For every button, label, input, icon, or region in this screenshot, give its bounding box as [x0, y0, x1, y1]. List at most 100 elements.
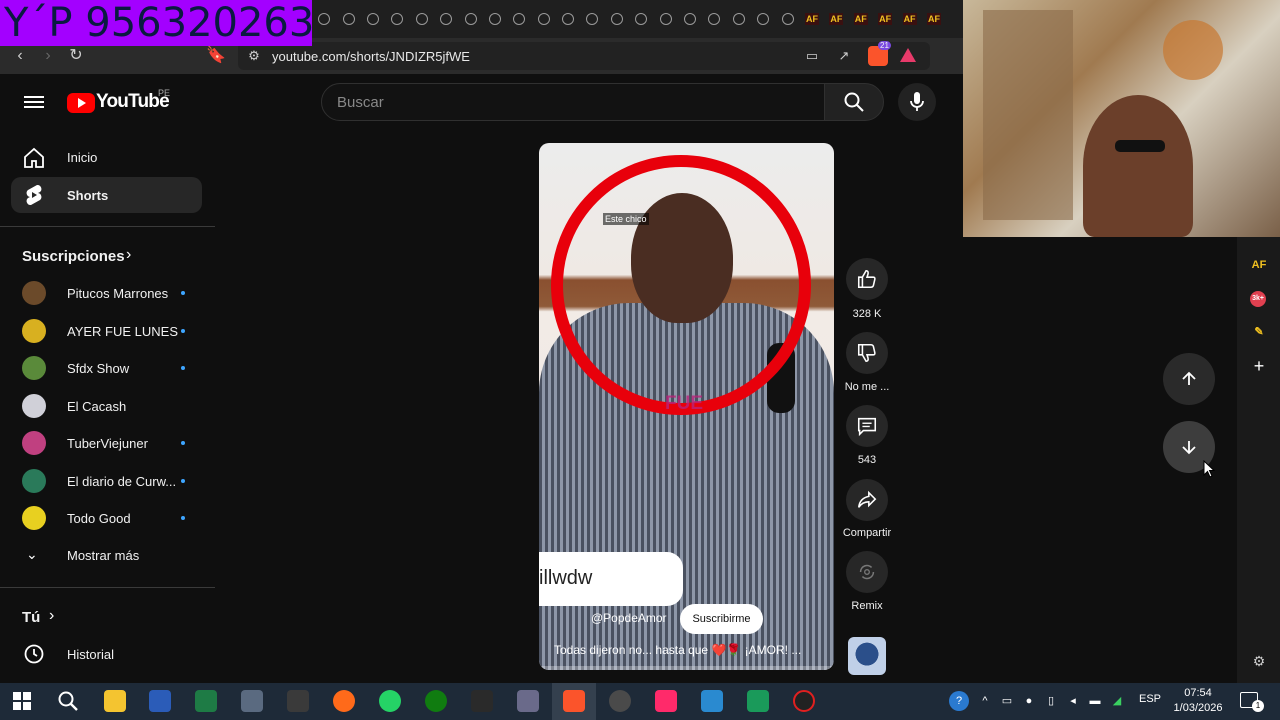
comments-button[interactable]	[846, 405, 888, 447]
microphone-tray-icon[interactable]: ●	[1021, 693, 1037, 709]
battery-icon[interactable]: ▬	[1087, 693, 1103, 709]
tab-favicon[interactable]	[775, 7, 799, 31]
tab-favicon[interactable]	[361, 7, 385, 31]
thumbs-down-icon	[857, 343, 876, 363]
tab-favicon[interactable]	[336, 7, 360, 31]
xbox-icon[interactable]	[425, 690, 447, 712]
search-input[interactable]	[321, 83, 825, 121]
avatar	[22, 318, 46, 343]
wifi-icon[interactable]: ◢	[1109, 693, 1125, 709]
windows-start-icon[interactable]	[13, 692, 31, 710]
site-settings-icon[interactable]: ⚙	[245, 48, 263, 64]
tab-favicon[interactable]	[556, 7, 580, 31]
tab-favicon[interactable]	[507, 7, 531, 31]
forward-icon[interactable]: ›	[39, 47, 57, 65]
tab-favicon[interactable]	[678, 7, 702, 31]
bookmark-icon[interactable]: 🔖	[206, 47, 226, 65]
subscriptions-title[interactable]: Suscripciones	[22, 248, 125, 265]
tab-favicon[interactable]	[751, 7, 775, 31]
add-panel-icon[interactable]: +	[1250, 357, 1268, 375]
share-button[interactable]	[846, 479, 888, 521]
game-controller-icon[interactable]	[517, 690, 539, 712]
clock[interactable]: 07:54 1/03/2026	[1170, 686, 1226, 716]
tab-favicon[interactable]	[653, 7, 677, 31]
tab-favicon-icon	[610, 13, 623, 25]
obs-icon[interactable]	[793, 690, 815, 712]
app-orange-icon[interactable]	[333, 690, 355, 712]
search-button[interactable]	[824, 83, 884, 121]
tab-favicon-af[interactable]: AF	[897, 7, 921, 31]
panel-settings-icon[interactable]: ⚙	[1250, 652, 1268, 670]
tab-favicon[interactable]	[605, 7, 629, 31]
extension-af-icon[interactable]: AF	[1250, 256, 1268, 274]
reload-icon[interactable]: ↻	[67, 47, 85, 65]
volume-icon[interactable]: ◂	[1065, 693, 1081, 709]
tab-favicon-af[interactable]: AF	[873, 7, 897, 31]
tab-favicon-icon: AF	[829, 13, 844, 25]
share-page-icon[interactable]: ↗	[835, 48, 853, 64]
tab-favicon-af[interactable]: AF	[849, 7, 873, 31]
tab-favicon[interactable]	[580, 7, 604, 31]
arrow-up-icon	[1182, 371, 1196, 385]
video-editor-icon[interactable]	[287, 690, 309, 712]
webcam-person	[1083, 95, 1193, 237]
back-icon[interactable]: ‹	[11, 47, 29, 65]
sidebar-item-label: Inicio	[67, 150, 98, 165]
tab-favicon[interactable]	[410, 7, 434, 31]
tab-favicon[interactable]	[532, 7, 556, 31]
tab-favicon[interactable]	[312, 7, 336, 31]
youtube-logo-icon[interactable]	[67, 93, 95, 113]
tab-favicon[interactable]	[385, 7, 409, 31]
sound-channel-thumbnail[interactable]	[848, 637, 886, 675]
voice-search-button[interactable]	[898, 83, 936, 121]
notification-badge-icon[interactable]: 3k+	[1250, 291, 1266, 307]
brave-rewards-icon[interactable]	[900, 48, 916, 62]
tab-favicon[interactable]	[434, 7, 458, 31]
chevron-right-icon[interactable]: ›	[126, 246, 131, 264]
remix-icon	[859, 564, 875, 580]
tab-favicon-af[interactable]: AF	[800, 7, 824, 31]
tab-favicon-af[interactable]: AF	[922, 7, 946, 31]
tab-favicon[interactable]	[629, 7, 653, 31]
app-gray-icon[interactable]	[609, 690, 631, 712]
tab-favicon[interactable]	[483, 7, 507, 31]
tab-favicon[interactable]	[458, 7, 482, 31]
tab-favicon[interactable]	[702, 7, 726, 31]
you-section-title[interactable]: Tú	[22, 609, 40, 626]
whatsapp-icon[interactable]	[379, 690, 401, 712]
word-icon[interactable]	[149, 690, 171, 712]
sidebar-item-label: Shorts	[67, 188, 109, 203]
hamburger-menu-icon[interactable]	[24, 93, 44, 111]
epic-games-icon[interactable]	[471, 690, 493, 712]
tab-favicon-icon: AF	[805, 13, 819, 25]
chevron-up-icon[interactable]: ^	[977, 693, 993, 709]
taskbar-search-icon[interactable]	[57, 690, 79, 712]
remix-button[interactable]	[846, 551, 888, 593]
excel-icon[interactable]	[195, 690, 217, 712]
tiktok-icon[interactable]	[655, 690, 677, 712]
tab-favicon-af[interactable]: AF	[824, 7, 848, 31]
help-icon[interactable]: ?	[949, 691, 969, 711]
video-progress-bar[interactable]	[539, 666, 834, 670]
subscribe-button[interactable]: Suscribirme	[680, 604, 763, 634]
app-blue-icon[interactable]	[701, 690, 723, 712]
like-button[interactable]	[846, 258, 888, 300]
previous-short-button[interactable]	[1163, 353, 1215, 405]
calculator-icon[interactable]	[241, 690, 263, 712]
brave-browser-icon[interactable]	[563, 690, 585, 712]
tab-favicon[interactable]	[727, 7, 751, 31]
file-explorer-icon[interactable]	[104, 690, 126, 712]
cast-icon[interactable]: ▭	[803, 48, 821, 64]
dislike-button[interactable]	[846, 332, 888, 374]
short-video-player[interactable]: Este chico FUE illwdw @PopdeAmor Suscrib…	[539, 143, 834, 670]
language-indicator[interactable]: ESP	[1139, 693, 1161, 705]
brave-shield-badge: 21	[878, 41, 891, 50]
chevron-right-icon[interactable]: ›	[49, 607, 54, 625]
channel-handle[interactable]: @PopdeAmor	[591, 611, 667, 625]
extension-tool-icon[interactable]: ✎	[1250, 323, 1268, 341]
usb-icon[interactable]: ▯	[1043, 693, 1059, 709]
app-green-icon[interactable]	[747, 690, 769, 712]
video-title[interactable]: Todas dijeron no... hasta que ❤️🌹 ¡AMOR!…	[554, 643, 826, 657]
home-icon	[24, 147, 44, 168]
network-device-icon[interactable]: ▭	[999, 693, 1015, 709]
